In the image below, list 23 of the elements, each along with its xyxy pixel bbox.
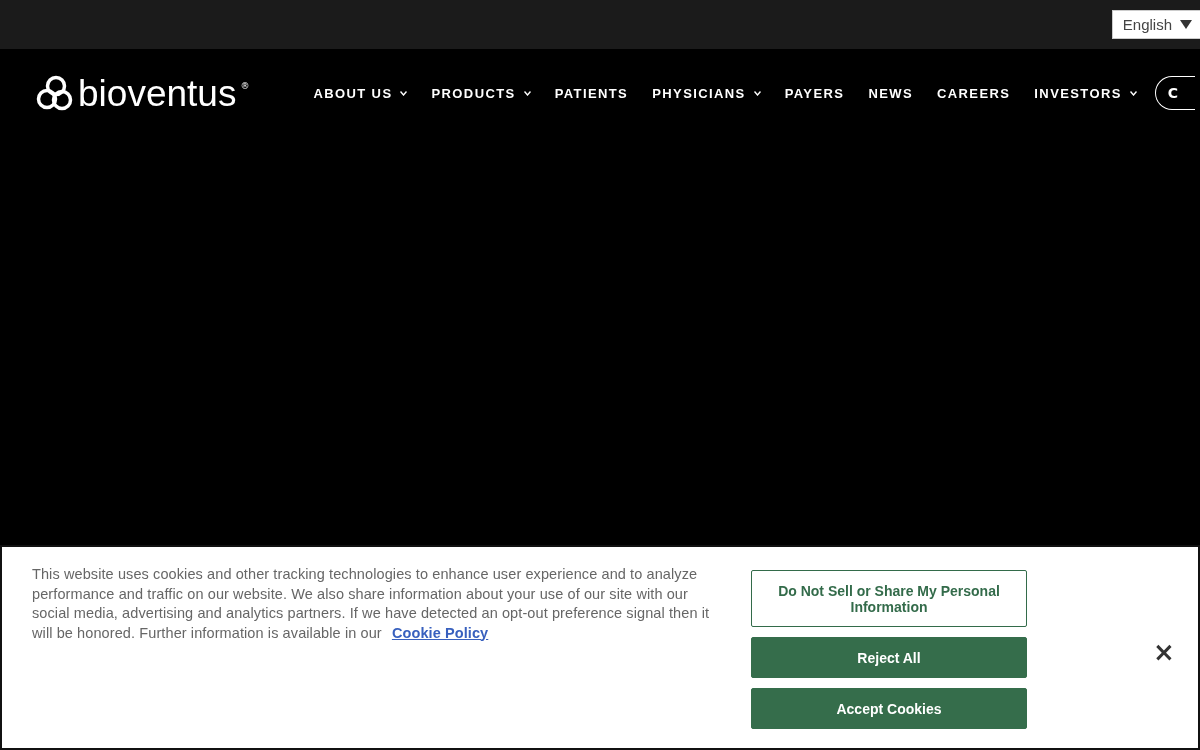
dropdown-arrow-icon bbox=[1180, 20, 1192, 29]
nav-link[interactable]: PHYSICIANS bbox=[640, 85, 773, 101]
nav-link[interactable]: CAREERS bbox=[925, 85, 1023, 101]
cookie-policy-link[interactable]: Cookie Policy bbox=[391, 624, 489, 641]
privacy-choice-button[interactable]: Do Not Sell or Share My Personal Information bbox=[751, 570, 1027, 627]
consent-button[interactable]: Reject All bbox=[751, 637, 1027, 678]
consent-button[interactable]: Accept Cookies bbox=[751, 688, 1027, 729]
chevron-down-icon bbox=[400, 90, 408, 96]
nav-link[interactable]: PAYERS bbox=[772, 85, 857, 101]
chevron-down-icon bbox=[753, 90, 761, 96]
language-select[interactable]: English bbox=[1111, 10, 1200, 39]
close-button[interactable]: × bbox=[1153, 636, 1175, 667]
registered-mark: ® bbox=[240, 80, 250, 91]
nav-link[interactable]: NEWS bbox=[856, 85, 925, 101]
logo-icon bbox=[36, 75, 74, 111]
chevron-down-icon bbox=[1129, 90, 1137, 96]
cookie-notice-text: This website uses cookies and other tracking technologies to enhance user experience and to analyze performance and traffic on our website. We also share information about your use of our site with our social media, advertising and analytics partners. If we have detected an opt-out preference signal then it will be honored. Further information is available in our Cookie Policy bbox=[32, 565, 711, 643]
logo-wordmark: bioventus bbox=[78, 74, 237, 112]
nav-link[interactable]: ABOUT US bbox=[301, 85, 420, 101]
nav-link[interactable]: PRODUCTS bbox=[419, 85, 543, 101]
nav-link[interactable]: PATIENTS bbox=[542, 85, 641, 101]
nav-link[interactable]: INVESTORS bbox=[1022, 85, 1149, 101]
chevron-down-icon bbox=[523, 90, 531, 96]
